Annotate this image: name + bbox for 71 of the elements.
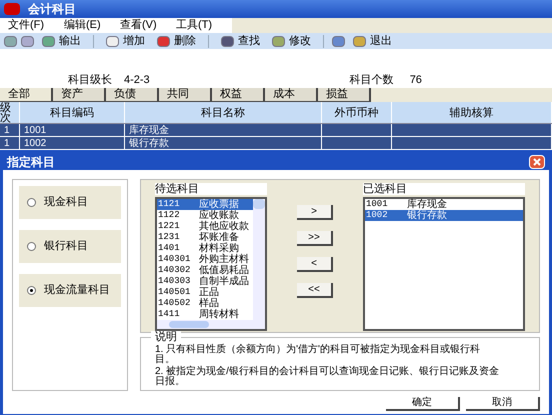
table-row[interactable]: 1 1002 银行存款 [0, 137, 552, 150]
table-cell: 1002 [20, 137, 125, 149]
window-title: 会计科目 [28, 1, 76, 18]
tab[interactable]: 权益 [212, 88, 265, 102]
list-item[interactable]: 140502 样品 [157, 298, 253, 309]
tab[interactable]: 资产 [53, 88, 106, 102]
radio-button[interactable] [27, 286, 36, 295]
note-text: 1. 只有科目性质（余额方向）为'借方'的科目可被指定为现金科目或银行科目。 [155, 345, 481, 365]
level-label: 科目级长 [68, 72, 112, 88]
radio-button[interactable] [27, 242, 36, 251]
move-button[interactable]: > [297, 205, 333, 220]
radio-label: 现金科目 [44, 195, 88, 210]
column-header: 外币币种 [322, 102, 392, 123]
list-title: 已选科目 [363, 183, 525, 195]
tab[interactable]: 成本 [265, 88, 318, 102]
list-item[interactable]: 140303 自制半成品 [157, 276, 253, 287]
tab[interactable]: 共同 [159, 88, 212, 102]
table-cell: 银行存款 [125, 137, 322, 149]
table-cell: 库存现金 [125, 124, 322, 136]
tab[interactable]: 负债 [106, 88, 159, 102]
menu-item[interactable]: 编辑(E) [56, 17, 112, 34]
column-header: 级次 [0, 102, 20, 123]
radio-label: 银行科目 [44, 239, 88, 254]
note-text: 2. 被指定为现金/银行科目的会计科目可以查询现金日记账、银行日记账及资金日报。 [155, 367, 499, 387]
list-item[interactable]: 1002 银行存款 [365, 210, 523, 221]
tab[interactable]: 损益 [318, 88, 371, 102]
toolbar-button[interactable]: 修改 [268, 32, 315, 50]
close-button[interactable] [529, 154, 545, 168]
move-button[interactable]: < [297, 257, 333, 272]
list-item[interactable]: 140301 外购主材料 [157, 254, 253, 265]
list-item[interactable]: 140501 正品 [157, 287, 253, 298]
toolbar-button[interactable]: 删除 [153, 32, 200, 50]
list-item[interactable]: 1221 其他应收款 [157, 221, 253, 232]
dialog-button[interactable]: 确定 [386, 397, 460, 411]
menu-item[interactable]: 工具(T) [168, 17, 224, 34]
table-cell: 1 [0, 137, 20, 149]
list-item[interactable]: 1411 周转材料 [157, 309, 253, 320]
menu-item[interactable]: 文件(F) [0, 17, 56, 34]
vertical-scrollbar[interactable] [253, 199, 265, 329]
radio-option[interactable]: 现金科目 [19, 186, 121, 219]
toolbar-button[interactable]: 输出 [38, 32, 85, 50]
dialog-button[interactable]: 取消 [466, 397, 540, 411]
dialog-title: 指定科目 [7, 154, 55, 170]
table-cell: 1 [0, 124, 20, 136]
column-header: 科目名称 [125, 102, 322, 123]
move-button[interactable]: >> [297, 231, 333, 246]
column-header: 科目编码 [20, 102, 125, 123]
list-title: 待选科目 [155, 183, 267, 195]
count-label: 科目个数 [350, 72, 394, 88]
column-header: 辅助核算 [392, 102, 552, 123]
radio-option[interactable]: 现金流量科目 [19, 274, 121, 307]
horizontal-scrollbar[interactable] [157, 320, 253, 329]
toolbar-button[interactable]: 查找 [217, 32, 264, 50]
notes-title: 说明 [151, 331, 181, 343]
table-row[interactable]: 1 1001 库存现金 [0, 124, 552, 137]
radio-button[interactable] [27, 198, 36, 207]
toolbar-button[interactable]: 退出 [349, 32, 396, 50]
close-icon [533, 158, 541, 166]
move-button[interactable]: << [297, 283, 333, 298]
radio-option[interactable]: 银行科目 [19, 230, 121, 263]
list-item[interactable]: 1231 坏账准备 [157, 232, 253, 243]
tab[interactable]: 全部 [0, 88, 53, 102]
toolbar-button[interactable]: 增加 [102, 32, 149, 50]
list-item[interactable]: 1122 应收账款 [157, 210, 253, 221]
menu-item[interactable]: 查看(V) [112, 17, 168, 34]
list-item[interactable]: 140302 低值易耗品 [157, 265, 253, 276]
radio-label: 现金流量科目 [44, 282, 110, 298]
level-value: 4-2-3 [124, 72, 150, 88]
table-cell: 1001 [20, 124, 125, 136]
list-item[interactable]: 1401 材料采购 [157, 243, 253, 254]
count-value: 76 [410, 72, 422, 88]
